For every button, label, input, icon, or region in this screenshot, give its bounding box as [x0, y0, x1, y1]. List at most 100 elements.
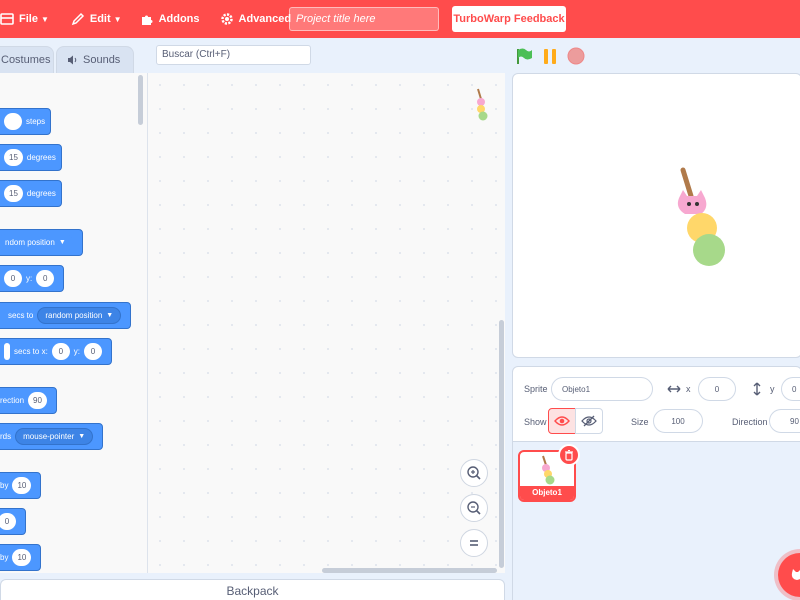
file-menu-label: File [19, 13, 38, 25]
chevron-down-icon: ▼ [40, 14, 49, 24]
sprite-thumbnail-icon [542, 455, 555, 485]
block-glide-to-xy[interactable]: secs to x: 0 y: 0 [0, 338, 113, 365]
gear-icon [220, 13, 233, 25]
addons-menu[interactable]: Addons [132, 0, 208, 38]
block-point-towards[interactable]: rds mouse-pointer ▼ [0, 423, 104, 450]
code-area-horizontal-scrollbar[interactable] [322, 568, 497, 573]
zoom-in-button[interactable] [460, 459, 488, 487]
stage[interactable] [512, 73, 800, 358]
direction-label: Direction [732, 417, 768, 427]
palette-scrollbar[interactable] [138, 75, 143, 125]
tab-costumes[interactable]: Costumes [0, 46, 54, 73]
search-input[interactable]: Buscar (Ctrl+F) [156, 45, 311, 65]
direction-input[interactable]: 90 [769, 409, 800, 433]
block-input[interactable]: 0 [4, 270, 22, 287]
block-text: degrees [26, 189, 56, 198]
sprite-dango-icon[interactable] [673, 166, 733, 266]
block-input[interactable]: 15 [4, 185, 23, 202]
advanced-menu-label: Advanced [238, 13, 292, 25]
tab-sounds-label: Sounds [83, 54, 121, 66]
block-text: steps [26, 117, 46, 126]
zoom-reset-button[interactable] [460, 529, 488, 557]
size-label: Size [631, 417, 649, 427]
block-point-direction[interactable]: rection 90 [0, 387, 57, 414]
size-input[interactable]: 100 [653, 409, 703, 433]
zoom-reset-icon [470, 540, 478, 546]
project-title-input[interactable]: Project title here [289, 7, 439, 31]
sprite-label: Sprite [524, 384, 548, 394]
block-text: degrees [26, 153, 56, 162]
block-change-y[interactable]: by 10 [0, 544, 42, 571]
tab-costumes-label: Costumes [1, 54, 51, 66]
file-menu[interactable]: File ▼ [0, 0, 57, 38]
edit-icon [71, 12, 84, 26]
block-text: y: [26, 274, 33, 283]
block-input[interactable] [4, 343, 10, 360]
stage-controls [512, 44, 585, 68]
block-input[interactable] [4, 113, 22, 130]
block-text: rds [0, 432, 12, 441]
block-dropdown[interactable]: ndom position ▼ [0, 234, 73, 251]
block-palette: steps 15 degrees 15 degrees ndom positio… [0, 73, 148, 573]
block-move-steps[interactable]: steps [0, 108, 52, 135]
block-input[interactable]: 15 [4, 149, 23, 166]
advanced-menu[interactable]: Advanced [212, 0, 300, 38]
trash-icon [565, 449, 573, 461]
block-set-x[interactable]: 0 [0, 508, 26, 535]
block-text: secs to [8, 311, 34, 320]
sprite-thumbnail-icon [477, 88, 488, 121]
block-text: by [0, 481, 9, 490]
zoom-out-button[interactable] [460, 494, 488, 522]
zoom-in-icon [467, 466, 481, 480]
file-icon [0, 13, 14, 25]
sprite-tile-name: Objeto1 [520, 486, 574, 500]
stop-icon[interactable] [567, 47, 585, 65]
chevron-down-icon: ▼ [78, 433, 86, 440]
show-sprite-button[interactable] [548, 408, 576, 434]
block-dropdown[interactable]: mouse-pointer ▼ [15, 428, 94, 445]
block-go-to[interactable]: ndom position ▼ [0, 229, 83, 256]
block-input[interactable]: 0 [36, 270, 55, 287]
zoom-out-icon [467, 501, 481, 515]
cat-icon [791, 569, 800, 580]
eye-icon [554, 416, 570, 426]
y-position-input[interactable]: 0 [781, 377, 800, 401]
y-label: y [770, 384, 775, 394]
chevron-down-icon: ▼ [58, 239, 66, 246]
block-go-to-xy[interactable]: 0 y: 0 [0, 265, 65, 292]
block-dropdown[interactable]: random position ▼ [37, 307, 122, 324]
arrows-vertical-icon [753, 382, 761, 396]
block-input[interactable]: 10 [12, 477, 32, 494]
pause-icon[interactable] [541, 47, 559, 65]
backpack[interactable]: Backpack [0, 579, 505, 600]
edit-menu[interactable]: Edit ▼ [63, 0, 130, 38]
feedback-button[interactable]: TurboWarp Feedback [452, 6, 566, 32]
block-input[interactable]: 10 [12, 549, 32, 566]
block-text: y: [73, 347, 81, 356]
eye-slash-icon [581, 415, 597, 427]
block-change-x[interactable]: by 10 [0, 472, 42, 499]
green-flag-icon[interactable] [515, 47, 533, 65]
block-text: secs to x: [14, 347, 48, 356]
x-label: x [686, 384, 691, 394]
sprite-name-input[interactable]: Objeto1 [551, 377, 653, 401]
code-area[interactable] [148, 73, 505, 573]
block-dropdown-label: ndom position [5, 238, 55, 247]
x-position-input[interactable]: 0 [698, 377, 736, 401]
block-input[interactable]: 0 [84, 343, 103, 360]
code-area-vertical-scrollbar[interactable] [499, 320, 504, 568]
tab-sounds[interactable]: Sounds [56, 46, 134, 73]
delete-sprite-button[interactable] [558, 444, 580, 466]
block-input[interactable]: 90 [28, 392, 47, 409]
block-turn-left[interactable]: 15 degrees [0, 180, 62, 207]
block-dropdown-label: mouse-pointer [23, 432, 75, 441]
editor-tabs: Costumes Sounds [0, 46, 134, 73]
block-input[interactable]: 0 [0, 513, 16, 530]
puzzle-icon [141, 15, 153, 25]
hide-sprite-button[interactable] [575, 408, 603, 434]
block-input[interactable]: 0 [51, 343, 70, 360]
block-turn-right[interactable]: 15 degrees [0, 144, 62, 171]
block-text: by [0, 553, 9, 562]
block-glide-to[interactable]: secs to random position ▼ [0, 302, 132, 329]
chevron-down-icon: ▼ [113, 14, 122, 24]
